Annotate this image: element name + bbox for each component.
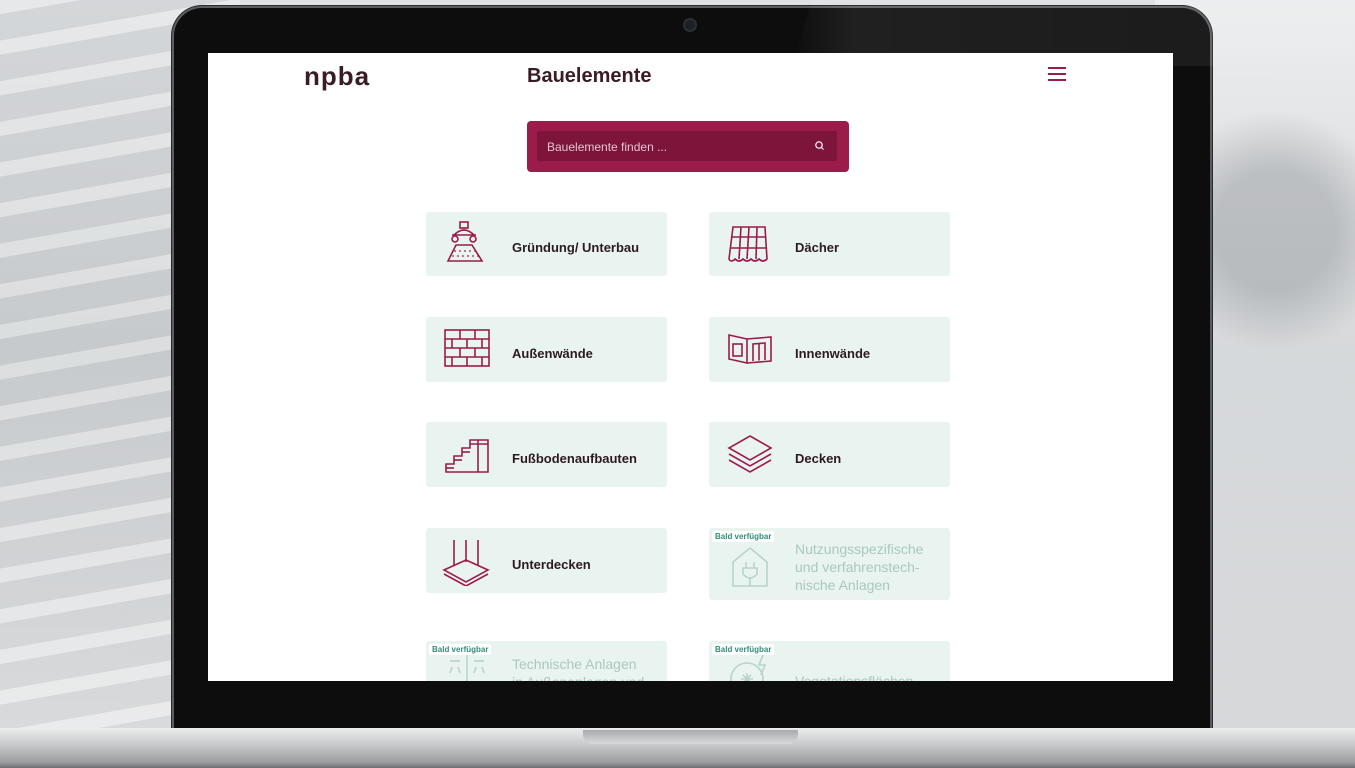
card-nutzungsspezifische-anlagen: Bald verfügbar Nutzungsspezifische und v…: [709, 528, 950, 600]
card-label: Technische Anlagen in Außenanlagen und: [512, 655, 644, 681]
card-label-line: nische Anlagen: [795, 577, 890, 593]
card-label-line: Nutzungsspezifische: [795, 541, 924, 557]
search-field-wrapper: [537, 131, 837, 163]
app-screen: npba Bauelemente Gründung/ Unterbau: [208, 53, 1173, 681]
card-daecher[interactable]: Dächer: [709, 212, 950, 276]
card-gruendung[interactable]: Gründung/ Unterbau: [426, 212, 667, 276]
card-label-line: und verfahrenstech-: [795, 559, 920, 575]
interior-walls-icon: [728, 334, 772, 364]
card-label: Gründung/ Unterbau: [512, 240, 640, 255]
ceiling-layers-icon: [727, 435, 773, 473]
card-fussbodenaufbauten[interactable]: Fußbodenaufbauten: [426, 422, 667, 487]
vegetation-icon: [730, 654, 767, 681]
card-innenwaende[interactable]: Innenwände: [709, 317, 950, 382]
camera-icon: [685, 20, 695, 30]
brick-wall-icon: [444, 329, 490, 367]
card-aussenwaende[interactable]: Außenwände: [426, 317, 667, 382]
card-label: Fußbodenaufbauten: [512, 451, 637, 466]
card-label-line: in Außenanlagen und: [512, 673, 644, 681]
card-label-line: Technische Anlagen: [512, 656, 637, 672]
roof-tiles-icon: [728, 226, 768, 262]
house-plug-icon: [732, 546, 768, 587]
card-label: Dächer: [795, 240, 840, 255]
search-panel: [527, 121, 849, 172]
card-vegetationsflaechen: Bald verfügbar Vegetationsflächen: [709, 641, 950, 681]
card-decken[interactable]: Decken: [709, 422, 950, 487]
card-label: Vegetationsflächen: [795, 673, 914, 681]
page-title: Bauelemente: [527, 65, 652, 87]
card-unterdecken[interactable]: Unterdecken: [426, 528, 667, 593]
outdoor-lights-icon: [449, 655, 485, 681]
foundation-icon: [446, 221, 484, 262]
suspended-ceiling-icon: [442, 540, 490, 586]
hamburger-icon[interactable]: [1048, 67, 1066, 81]
card-label: Außenwände: [512, 346, 593, 361]
card-technische-anlagen-aussenanlagen: Bald verfügbar Technische Anlagen in Auß…: [426, 641, 667, 681]
card-label: Unterdecken: [512, 557, 591, 572]
card-label: Nutzungsspezifische und verfahrenstech- …: [795, 540, 923, 594]
card-label: Innenwände: [795, 346, 871, 361]
floor-layers-icon: [445, 439, 489, 473]
logo[interactable]: npba: [304, 61, 370, 92]
search-icon[interactable]: [813, 139, 827, 153]
coming-soon-badge: Bald verfügbar: [712, 531, 775, 542]
search-input[interactable]: [537, 131, 809, 163]
card-label: Decken: [795, 451, 842, 466]
laptop-base-notch: [583, 730, 798, 744]
